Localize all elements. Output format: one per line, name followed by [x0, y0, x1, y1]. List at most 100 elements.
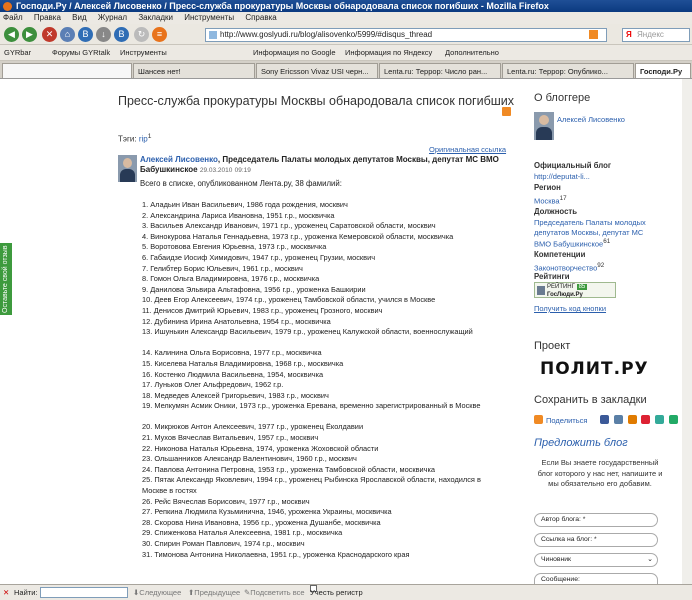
rss-feed-icon[interactable]: [589, 30, 598, 39]
share-label: Поделиться: [546, 416, 588, 425]
tab-1[interactable]: Шансев нет!: [133, 63, 255, 78]
list-item: 8. Гомон Ольга Владимировна, 1976 г.р., …: [142, 274, 320, 284]
post-date: 29.03.2010: [199, 167, 233, 174]
tab-4[interactable]: Lenta.ru: Террор: Опублико...: [502, 63, 634, 78]
tag-link[interactable]: rip: [139, 135, 148, 144]
twitter-icon[interactable]: [655, 415, 665, 424]
rating-site: ГосЛюди.Ру: [547, 292, 583, 298]
link-field-label: Ссылка на блог: *: [541, 536, 597, 543]
home-icon[interactable]: ⌂: [60, 27, 75, 42]
yandex-bookmark-icon[interactable]: [641, 415, 651, 424]
list-item: 10. Деев Егор Алексеевич, 1974 г.р., уро…: [142, 295, 436, 305]
close-find-icon[interactable]: ✕: [3, 585, 9, 600]
menu-help[interactable]: Справка: [245, 13, 276, 22]
rating-value: 85: [576, 284, 588, 290]
blogger-avatar[interactable]: [534, 112, 554, 140]
menu-file[interactable]: Файл: [3, 13, 23, 22]
download-icon[interactable]: ↓: [96, 27, 111, 42]
region-link[interactable]: Москва17: [534, 194, 660, 206]
original-link[interactable]: Оригинальная ссылка: [429, 145, 506, 154]
list-item: 3. Васильев Александр Иванович, 1971 г.р…: [142, 221, 436, 231]
vkontakte-icon[interactable]: [613, 415, 623, 424]
menu-view[interactable]: Вид: [72, 13, 86, 22]
list-item: 9. Данилова Эльвира Альтафовна, 1956 г.р…: [142, 284, 366, 294]
search-box[interactable]: Я Яндекс: [622, 28, 690, 42]
yandex-info-button[interactable]: Информация по Яндексу: [345, 45, 432, 60]
find-input[interactable]: [40, 587, 128, 598]
official-blog-link[interactable]: http://deputat-li...: [534, 172, 660, 182]
stop-icon[interactable]: ✕: [42, 27, 57, 42]
role-select[interactable]: Чиновник ⌄: [534, 553, 658, 567]
list-item: 17. Луньков Олег Альфредович, 1962 г.р.: [142, 380, 284, 390]
post-header: Пресс-служба прокуратуры Москвы обнародо…: [118, 94, 514, 109]
back-icon[interactable]: ◀: [4, 27, 19, 42]
position-link[interactable]: Председатель Палаты молодых депутатов Мо…: [534, 218, 660, 249]
facebook-icon[interactable]: [600, 415, 609, 424]
bookmark-add-icon[interactable]: B: [114, 27, 129, 42]
url-bar[interactable]: http://www.goslyudi.ru/blog/alisovenko/5…: [205, 28, 607, 42]
rating-badge[interactable]: РЕЙТИНГ 85 ГосЛюди.Ру: [534, 282, 616, 298]
navigation-toolbar: ◀ ▶ ✕ ⌂ B ↓ B ↻ ≡ http://www.goslyudi.ru…: [0, 24, 692, 45]
bookmarks-heading: Сохранить в закладки: [534, 394, 647, 406]
competence-label: Компетенции: [534, 250, 586, 259]
window-title: Господи.Ру / Алексей Лисовенко / Пресс-с…: [16, 1, 549, 11]
tab-2[interactable]: Sony Ericsson Vivaz USI черн...: [256, 63, 378, 78]
tab-3[interactable]: Lenta.ru: Террор: Число ран...: [379, 63, 501, 78]
official-blog-label: Официальный блог: [534, 161, 612, 170]
tag-count: 1: [147, 133, 152, 140]
list-item: 18. Медведев Алексей Григорьевич, 1983 г…: [142, 390, 329, 400]
region-value: Москва: [534, 196, 560, 206]
menu-history[interactable]: Журнал: [98, 13, 127, 22]
share-button[interactable]: Поделиться: [534, 415, 587, 425]
rating-label: Рейтинги: [534, 272, 570, 281]
forward-icon[interactable]: ▶: [22, 27, 37, 42]
list-item: 26. Рейс Вячеслав Борисович, 1977 г.р., …: [142, 496, 310, 506]
get-code-button[interactable]: Получить код кнопки: [534, 304, 660, 314]
post-rss-icon[interactable]: [502, 107, 511, 116]
find-next-button[interactable]: ⬇ Следующее: [133, 585, 181, 600]
feedback-tab[interactable]: Оставьте свой отзыв: [0, 243, 12, 315]
extra-button[interactable]: Дополнительно: [445, 45, 499, 60]
addon-icon[interactable]: ≡: [152, 27, 167, 42]
list-item: 23. Ольшанников Александр Валентинович, …: [142, 454, 357, 464]
list-item: 25. Пятак Александр Яковлевич, 1994 г.р.…: [142, 475, 481, 496]
author-field[interactable]: Автор блога: *: [534, 513, 658, 527]
url-text: http://www.goslyudi.ru/blog/alisovenko/5…: [220, 30, 433, 39]
vk-icon[interactable]: B: [78, 27, 93, 42]
find-prev-button[interactable]: ⬆ Предыдущее: [188, 585, 240, 600]
link-field[interactable]: Ссылка на блог: *: [534, 533, 658, 547]
list-item: 11. Денисов Дмитрий Юрьевич, 1983 г.р., …: [142, 305, 383, 315]
google-bookmark-icon[interactable]: [668, 415, 678, 424]
project-heading: Проект: [534, 340, 571, 352]
google-info-button[interactable]: Информация по Google: [253, 45, 336, 60]
list-item: 14. Калинина Ольга Борисовна, 1977 г.р.,…: [142, 348, 322, 358]
list-item: 4. Винокурова Наталья Геннадьевна, 1973 …: [142, 231, 454, 241]
vertical-scrollbar[interactable]: [682, 79, 692, 584]
find-next-label: Следующее: [139, 588, 182, 597]
social-icons: [600, 415, 680, 425]
forums-button[interactable]: Форумы GYRtalk: [52, 45, 110, 60]
window-titlebar: Господи.Ру / Алексей Лисовенко / Пресс-с…: [0, 0, 692, 12]
livejournal-icon[interactable]: [627, 415, 637, 424]
politru-logo[interactable]: ПОЛИТ.РУ: [540, 359, 649, 379]
reload-icon[interactable]: ↻: [134, 27, 149, 42]
blogger-name[interactable]: Алексей Лисовенко: [557, 115, 667, 125]
list-item: 1. Аладьин Иван Васильевич, 1986 года ро…: [142, 200, 348, 209]
highlight-all-button[interactable]: ✎ Подсветить все: [244, 585, 305, 600]
menu-tools[interactable]: Инструменты: [184, 13, 234, 22]
gyrbar-button[interactable]: GYRbar: [4, 45, 31, 60]
menu-edit[interactable]: Правка: [34, 13, 61, 22]
author-avatar[interactable]: [118, 155, 137, 182]
region-count: 17: [559, 195, 567, 202]
tab-blank[interactable]: [2, 63, 132, 78]
tags-label: Тэги:: [118, 134, 137, 144]
message-field[interactable]: Сообщение:: [534, 573, 658, 584]
tab-active[interactable]: Господи.Ру: [635, 63, 691, 78]
chevron-down-icon: ⌄: [647, 556, 653, 563]
list-item: 20. Микрюков Антон Алексеевич, 1977 г.р.…: [142, 422, 364, 432]
menu-bookmarks[interactable]: Закладки: [138, 13, 173, 22]
tools-button[interactable]: Инструменты: [120, 45, 167, 60]
author-name[interactable]: Алексей Лисовенко: [140, 155, 218, 164]
rating-person-icon: [537, 286, 545, 295]
author-info: Алексей Лисовенко, Председатель Палаты м…: [140, 155, 520, 176]
